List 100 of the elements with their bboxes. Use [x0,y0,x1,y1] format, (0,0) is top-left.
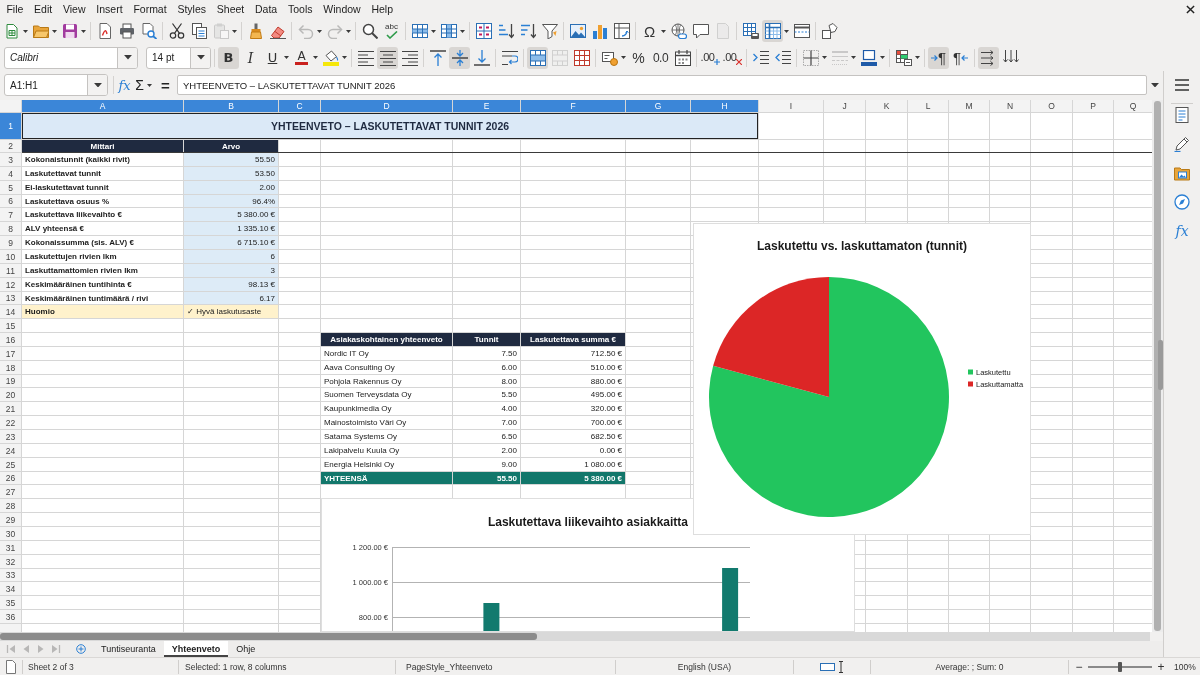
name-box[interactable]: A1:H1 [4,74,108,96]
row-header[interactable]: 8 [0,222,21,235]
row-header[interactable]: 4 [0,167,21,180]
menu-item[interactable]: View [57,1,91,17]
sort-button[interactable] [473,20,494,42]
column-header[interactable]: H [691,100,758,112]
sheet-tab[interactable]: Yhteenveto [163,641,229,657]
formula-input[interactable]: YHTEENVETO – LASKUTETTAVAT TUNNIT 2026 [177,75,1147,95]
menu-item[interactable]: Help [366,1,399,17]
row-header[interactable]: 21 [0,402,21,415]
row-header[interactable]: 28 [0,499,21,512]
row-header[interactable]: 36 [0,610,21,623]
row-header[interactable]: 13 [0,292,21,304]
sidebar-handle[interactable] [1158,340,1163,390]
row-header[interactable]: 30 [0,527,21,540]
text-left-to-right-button[interactable] [978,46,999,69]
row-header[interactable]: 34 [0,582,21,595]
horizontal-scrollbar[interactable] [0,632,1150,641]
column-header[interactable]: G [626,100,690,112]
row-header[interactable]: 17 [0,347,21,360]
row-header[interactable]: 19 [0,375,21,387]
font-size-box[interactable]: 14 pt [146,46,211,69]
column-header[interactable]: O [1031,100,1072,112]
row-header[interactable]: 23 [0,430,21,443]
row-header[interactable]: 15 [0,319,21,332]
dropdown-button[interactable] [117,47,137,68]
add-sheet-button[interactable] [75,643,87,655]
draw-functions-button[interactable] [819,20,840,42]
row-header[interactable]: 11 [0,264,21,277]
row-header[interactable]: 5 [0,181,21,194]
special-character-button[interactable]: Ω [639,20,660,42]
column-header[interactable]: K [866,100,907,112]
function-wizard-button[interactable]: fx [117,75,132,95]
menu-item[interactable]: Tools [282,1,318,17]
menu-item[interactable]: Styles [172,1,212,17]
dropdown-button[interactable] [87,75,107,95]
column-header[interactable]: M [949,100,989,112]
sum-button[interactable]: Σ [132,75,147,95]
row-header[interactable]: 3 [0,153,21,166]
center-vertically-button[interactable] [449,46,470,69]
formula-button[interactable]: = [158,75,173,95]
row-header[interactable]: 31 [0,541,21,554]
zoom-in-button[interactable]: + [1155,659,1167,674]
row-header[interactable]: 16 [0,333,21,346]
menu-item[interactable]: Sheet [211,1,250,17]
text-cursor-icon[interactable] [838,660,844,673]
add-decimal-place-button[interactable]: .00 [700,46,721,69]
menu-item[interactable]: File [1,1,29,17]
row-header[interactable]: 6 [0,195,21,207]
column-header[interactable]: A [22,100,183,112]
freeze-rows-columns-button[interactable] [762,20,783,42]
menu-item[interactable]: Insert [90,1,128,17]
row-header[interactable]: 35 [0,596,21,609]
right-to-left-button[interactable]: ¶ [950,46,971,69]
menu-item[interactable]: Format [128,1,173,17]
font-name-box[interactable]: Calibri [4,46,138,69]
column-header[interactable]: D [321,100,452,112]
row-header[interactable]: 12 [0,278,21,291]
column-header[interactable]: B [184,100,278,112]
align-center-button[interactable] [377,46,398,69]
row-header[interactable]: 18 [0,361,21,374]
row-header[interactable]: 25 [0,458,21,471]
sheet-tab[interactable]: Tuntiseuranta [93,641,164,657]
underline-button[interactable]: U [262,46,283,69]
column-header[interactable]: E [453,100,520,112]
number-format-button[interactable]: 0.0 [650,46,671,69]
column-header[interactable]: Q [1114,100,1152,112]
row-header[interactable]: 10 [0,250,21,263]
column-header[interactable]: C [279,100,320,112]
column-header[interactable]: J [824,100,865,112]
row-header[interactable]: 20 [0,388,21,401]
hyperlink-button[interactable] [668,20,689,42]
row-header[interactable]: 29 [0,513,21,526]
row-header[interactable]: 9 [0,236,21,249]
column-header[interactable]: L [908,100,948,112]
menu-item[interactable]: Edit [28,1,58,17]
row-header[interactable]: 14 [0,305,21,318]
row-header[interactable]: 26 [0,472,21,484]
menu-item[interactable]: Data [249,1,283,17]
row-header[interactable]: 7 [0,208,21,221]
rectangle-icon[interactable] [820,662,835,671]
row-header[interactable]: 1 [0,113,21,139]
row-header[interactable]: 22 [0,416,21,429]
font-color-button[interactable]: A [291,46,312,69]
column-header[interactable]: P [1073,100,1113,112]
scrollbar-thumb[interactable] [0,633,537,640]
dropdown-button[interactable] [190,47,210,68]
delete-decimal-place-button[interactable]: .00 [722,46,743,69]
slider-thumb[interactable] [1118,661,1122,672]
zoom-percentage[interactable]: 100% [1174,661,1196,672]
spelling-button[interactable]: abc [381,20,402,42]
column-header[interactable]: I [759,100,823,112]
row-header[interactable]: 27 [0,485,21,498]
percent-format-button[interactable]: % [628,46,649,69]
bold-button[interactable]: B [218,46,239,69]
row-header[interactable]: 24 [0,444,21,457]
functions-tab[interactable]: fx [1170,220,1194,242]
zoom-out-button[interactable]: − [1073,659,1085,674]
document-icon[interactable] [5,659,17,674]
row-header[interactable]: 33 [0,569,21,581]
